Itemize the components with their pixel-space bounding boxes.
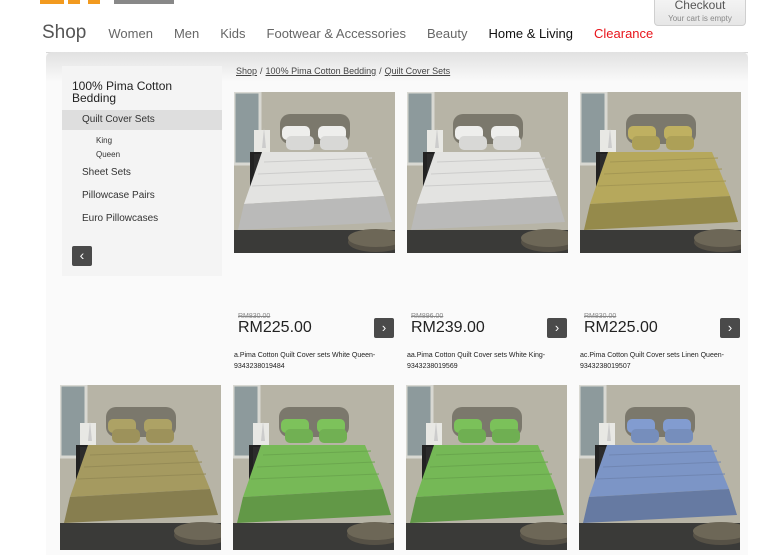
product-price: RM225.00 <box>238 319 312 336</box>
product-name[interactable]: aa.Pima Cotton Quilt Cover sets White Ki… <box>407 350 572 372</box>
sidebar-subitem-king[interactable]: King <box>96 136 112 145</box>
sidebar-item-pillowcase-pairs[interactable]: Pillowcase Pairs <box>62 186 222 206</box>
sidebar-subitem-queen[interactable]: Queen <box>96 150 120 159</box>
breadcrumb-separator: / <box>379 66 382 76</box>
nav-home-living[interactable]: Home & Living <box>488 26 573 41</box>
sidebar-title: 100% Pima Cotton Bedding <box>72 79 173 105</box>
nav-clearance[interactable]: Clearance <box>594 26 653 41</box>
nav-women[interactable]: Women <box>108 26 153 41</box>
product-image[interactable] <box>234 92 395 253</box>
checkout-label: Checkout <box>674 0 726 12</box>
product-price: RM225.00 <box>584 319 658 336</box>
breadcrumb-shop[interactable]: Shop <box>236 66 257 76</box>
chevron-right-icon[interactable]: › <box>547 318 567 338</box>
product-name[interactable]: ac.Pima Cotton Quilt Cover sets Linen Qu… <box>580 350 745 372</box>
product-image[interactable] <box>407 92 568 253</box>
chevron-right-icon[interactable]: › <box>720 318 740 338</box>
product-name[interactable]: a.Pima Cotton Quilt Cover sets White Que… <box>234 350 399 372</box>
breadcrumb: Shop/100% Pima Cotton Bedding / Quilt Cove… <box>236 66 450 76</box>
breadcrumb-separator: / <box>260 66 263 76</box>
product-image[interactable] <box>60 385 221 550</box>
sidebar-item-quilt-cover-sets[interactable]: Quilt Cover Sets <box>62 110 222 130</box>
nav-shop[interactable]: Shop <box>42 22 86 44</box>
nav-men[interactable]: Men <box>174 26 199 41</box>
chevron-left-icon[interactable]: ‹ <box>72 246 92 266</box>
sidebar-item-euro-pillowcases[interactable]: Euro Pillowcases <box>62 209 222 229</box>
site-logo[interactable] <box>40 0 180 4</box>
product-price: RM239.00 <box>411 319 485 336</box>
nav-kids[interactable]: Kids <box>220 26 245 41</box>
nav-beauty[interactable]: Beauty <box>427 26 467 41</box>
product-image[interactable] <box>233 385 394 550</box>
breadcrumb-quilt-cover-sets[interactable]: Quilt Cover Sets <box>385 66 451 76</box>
breadcrumb-pima-bedding[interactable]: 100% Pima Cotton Bedding <box>266 66 377 76</box>
chevron-right-icon[interactable]: › <box>374 318 394 338</box>
nav-footwear-accessories[interactable]: Footwear & Accessories <box>267 26 406 41</box>
product-image[interactable] <box>580 92 741 253</box>
product-image[interactable] <box>406 385 567 550</box>
category-sidebar: 100% Pima Cotton Bedding Quilt Cover Set… <box>62 66 222 276</box>
sidebar-item-sheet-sets[interactable]: Sheet Sets <box>62 163 222 183</box>
product-image[interactable] <box>579 385 740 550</box>
main-nav: Shop Women Men Kids Footwear & Accessori… <box>42 22 674 52</box>
